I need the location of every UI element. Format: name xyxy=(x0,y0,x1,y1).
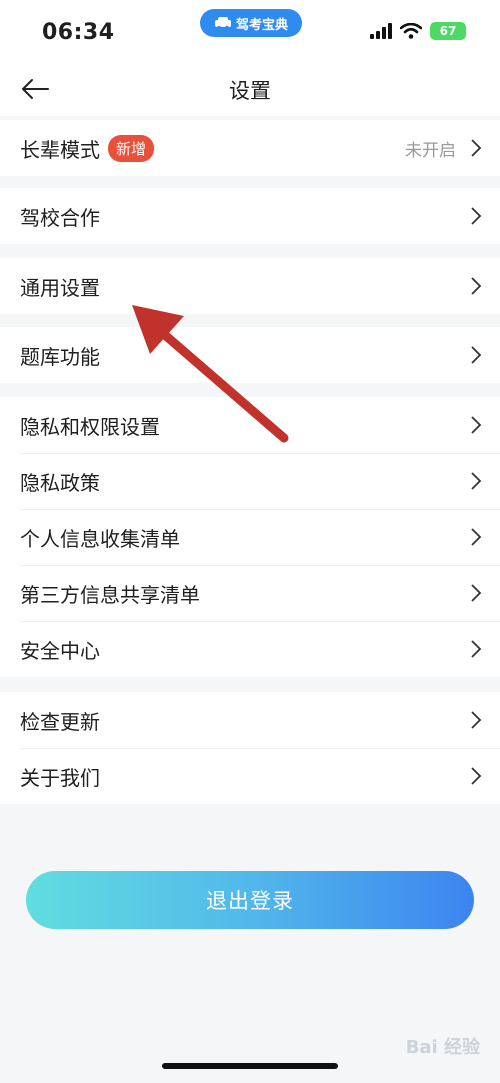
battery-icon: 67 xyxy=(430,22,466,40)
new-badge: 新增 xyxy=(108,134,155,162)
battery-level: 67 xyxy=(439,24,457,38)
settings-item-privacy-permissions[interactable]: 隐私和权限设置 xyxy=(0,397,500,453)
status-icons: 67 xyxy=(370,22,466,40)
settings-item-value: 未开启 xyxy=(405,140,456,161)
settings-item-label: 隐私政策 xyxy=(20,470,100,495)
chevron-right-icon xyxy=(471,711,482,729)
settings-item-about-us[interactable]: 关于我们 xyxy=(0,748,500,804)
settings-item-label: 第三方信息共享清单 xyxy=(20,582,200,607)
chevron-right-icon xyxy=(471,528,482,546)
settings-item-third-party-list[interactable]: 第三方信息共享清单 xyxy=(0,565,500,621)
settings-item-label: 隐私和权限设置 xyxy=(20,414,160,439)
chevron-right-icon xyxy=(471,346,482,364)
settings-item-check-update[interactable]: 检查更新 xyxy=(0,692,500,748)
signal-icon xyxy=(370,23,392,39)
settings-item-label: 驾校合作 xyxy=(20,205,100,230)
chevron-right-icon xyxy=(471,640,482,658)
settings-item-label: 长辈模式 xyxy=(20,137,100,162)
settings-item-privacy-policy[interactable]: 隐私政策 xyxy=(0,453,500,509)
settings-item-driving-school[interactable]: 驾校合作 xyxy=(0,188,500,244)
chevron-right-icon xyxy=(471,584,482,602)
settings-item-personal-info-list[interactable]: 个人信息收集清单 xyxy=(0,509,500,565)
settings-item-security-center[interactable]: 安全中心 xyxy=(0,621,500,677)
chevron-right-icon xyxy=(471,416,482,434)
status-bar: 06:34 驾考宝典 67 xyxy=(0,0,500,64)
home-indicator[interactable] xyxy=(162,1063,338,1069)
settings-group-about: 检查更新 关于我们 xyxy=(0,692,500,804)
settings-item-question-bank[interactable]: 题库功能 xyxy=(0,327,500,383)
app-name: 驾考宝典 xyxy=(235,17,288,33)
settings-item-label: 通用设置 xyxy=(20,275,100,300)
car-icon xyxy=(214,17,231,30)
chevron-right-icon xyxy=(471,139,482,157)
settings-item-general[interactable]: 通用设置 xyxy=(0,258,500,314)
settings-item-label: 安全中心 xyxy=(20,638,100,663)
watermark-logo: Bai 经验 xyxy=(405,1037,480,1058)
logout-button[interactable]: 退出登录 xyxy=(26,871,474,929)
settings-item-label: 检查更新 xyxy=(20,709,100,734)
settings-group-privacy: 隐私和权限设置 隐私政策 个人信息收集清单 第三方信息共享清单 安全中心 xyxy=(0,397,500,677)
chevron-right-icon xyxy=(471,277,482,295)
settings-item-label: 关于我们 xyxy=(20,765,100,790)
settings-item-label: 个人信息收集清单 xyxy=(20,526,180,551)
page-title: 设置 xyxy=(229,79,271,103)
settings-group-school: 驾校合作 xyxy=(0,188,500,244)
chevron-right-icon xyxy=(471,767,482,785)
navigation-bar: 设置 xyxy=(0,64,500,116)
settings-group-questions: 题库功能 xyxy=(0,327,500,383)
app-indicator-pill[interactable]: 驾考宝典 xyxy=(200,9,302,37)
chevron-right-icon xyxy=(471,472,482,490)
settings-group-general: 通用设置 xyxy=(0,258,500,314)
status-time: 06:34 xyxy=(42,20,115,45)
wifi-icon xyxy=(400,23,422,39)
chevron-right-icon xyxy=(471,207,482,225)
settings-item-elderly-mode[interactable]: 长辈模式 新增 未开启 xyxy=(0,120,500,176)
settings-group-elderly: 长辈模式 新增 未开启 xyxy=(0,120,500,176)
settings-item-label: 题库功能 xyxy=(20,344,100,369)
